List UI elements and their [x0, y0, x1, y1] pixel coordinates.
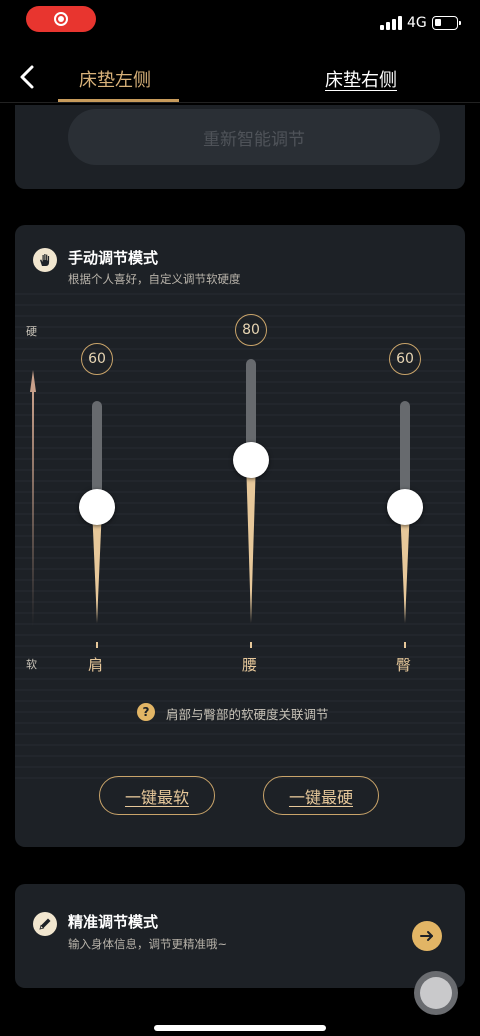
precise-mode-title: 精准调节模式	[68, 913, 159, 931]
record-icon	[54, 12, 68, 26]
assistive-touch-button[interactable]	[414, 971, 458, 1015]
precise-mode-subtitle: 输入身体信息，调节更精准哦~	[68, 937, 228, 951]
axis-hard-label: 硬	[26, 325, 37, 338]
hardness-axis-arrow	[30, 370, 36, 626]
manual-mode-title: 手动调节模式	[68, 249, 159, 267]
one-tap-hardest-button[interactable]: 一键最硬	[263, 776, 379, 815]
tab-mattress-left[interactable]: 床垫左侧	[79, 66, 151, 92]
back-button[interactable]	[14, 62, 44, 92]
waist-value: 80	[235, 314, 267, 346]
link-adjust-note: 肩部与臀部的软硬度关联调节	[166, 707, 329, 722]
waist-slider-knob[interactable]	[233, 442, 269, 478]
hip-tick	[404, 642, 406, 648]
one-tap-softest-button[interactable]: 一键最软	[99, 776, 215, 815]
hip-slider-knob[interactable]	[387, 489, 423, 525]
nav-divider	[0, 102, 480, 103]
shoulder-tick	[96, 642, 98, 648]
tab-mattress-right[interactable]: 床垫右侧	[325, 66, 397, 92]
precise-mode-arrow-button[interactable]	[412, 921, 442, 951]
arrow-right-icon	[420, 931, 433, 941]
battery-icon	[432, 16, 461, 30]
screen-recording-indicator[interactable]	[26, 6, 96, 32]
axis-soft-label: 软	[26, 658, 37, 671]
question-icon[interactable]: ?	[137, 703, 155, 721]
shoulder-slider-knob[interactable]	[79, 489, 115, 525]
waist-label: 腰	[242, 656, 258, 674]
home-indicator[interactable]	[154, 1025, 326, 1031]
signal-icon	[380, 16, 402, 30]
manual-mode-subtitle: 根据个人喜好，自定义调节软硬度	[68, 272, 241, 286]
re-smart-adjust-button[interactable]: 重新智能调节	[68, 109, 440, 165]
shoulder-label: 肩	[88, 656, 104, 674]
hip-value: 60	[389, 343, 421, 375]
pencil-icon	[33, 912, 57, 936]
chevron-left-icon	[20, 65, 34, 89]
hip-label: 臀	[396, 656, 412, 674]
network-type: 4G	[407, 15, 427, 31]
waist-slider-fill	[246, 460, 256, 623]
hand-icon	[33, 248, 57, 272]
shoulder-value: 60	[81, 343, 113, 375]
waist-tick	[250, 642, 252, 648]
